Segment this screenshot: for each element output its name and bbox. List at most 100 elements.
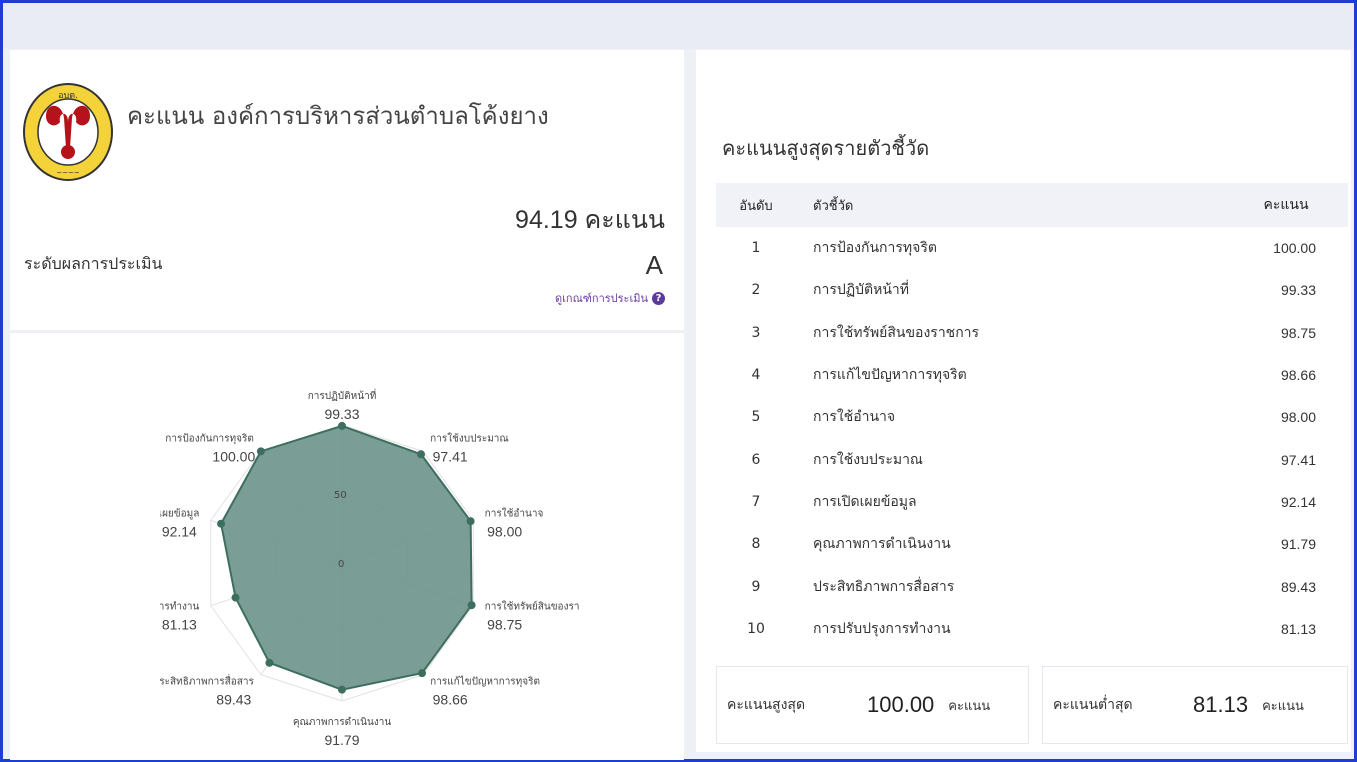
- radar-value-label: 98.75: [487, 616, 522, 632]
- question-icon[interactable]: ?: [652, 291, 665, 305]
- radar-value-label: 91.79: [324, 732, 359, 745]
- row-rank: 1: [751, 240, 761, 257]
- table-body: 1 การป้องกันการทุจริต 100.00 2 การปฏิบัติหน้…: [716, 227, 1348, 650]
- criteria-link-label[interactable]: ดูเกณฑ์การประเมิน: [555, 289, 648, 307]
- row-score: 97.41: [1280, 451, 1316, 468]
- row-indicator: การเปิดเผยข้อมูล: [813, 493, 917, 510]
- radar-point[interactable]: [265, 658, 274, 667]
- ranking-title: คะแนนสูงสุดรายตัวชี้วัด: [722, 136, 930, 160]
- radar-point[interactable]: [467, 601, 476, 610]
- row-score: 91.79: [1280, 536, 1316, 553]
- radar-point[interactable]: [418, 669, 427, 678]
- radar-value-label: 81.13: [162, 616, 197, 632]
- max-score-unit: คะแนน: [948, 698, 991, 714]
- top-bar: [3, 3, 1354, 49]
- radar-value-label: 97.41: [433, 449, 468, 465]
- row-score: 92.14: [1280, 493, 1316, 510]
- min-score-value: 81.13: [1193, 692, 1249, 717]
- table-row: 2 การปฏิบัติหน้าที่ 99.33: [716, 269, 1348, 311]
- radar-point[interactable]: [231, 593, 240, 602]
- row-rank: 8: [751, 536, 761, 553]
- table-row: 4 การแก้ไขปัญหาการทุจริต 98.66: [716, 354, 1348, 396]
- radar-tick-label: 50: [334, 490, 347, 501]
- grade-badge: A: [645, 250, 663, 280]
- radar-point[interactable]: [417, 450, 426, 459]
- radar-value-label: 99.33: [324, 406, 359, 422]
- radar-axis-label: ประสิทธิภาพการสื่อสาร: [160, 673, 254, 687]
- radar-axis-label: คุณภาพการดำเนินงาน: [293, 717, 392, 728]
- page-title: คะแนน องค์การบริหารส่วนตำบลโค้งยาง: [127, 102, 549, 130]
- row-score: 98.75: [1280, 324, 1316, 341]
- radar-value-label: 89.43: [216, 691, 251, 707]
- max-score-box: คะแนนสูงสุด 100.00 คะแนน: [716, 666, 1029, 744]
- radar-point[interactable]: [338, 421, 346, 430]
- row-rank: 3: [751, 324, 761, 341]
- table-row: 9 ประสิทธิภาพการสื่อสาร 89.43: [716, 565, 1348, 607]
- radar-value-label: 98.00: [487, 524, 522, 540]
- row-indicator: การปรับปรุงการทำงาน: [813, 620, 951, 637]
- radar-axis-label: การใช้งบประมาณ: [430, 433, 509, 445]
- table-row: 1 การป้องกันการทุจริต 100.00: [716, 227, 1348, 269]
- column-header-score: คะแนน: [1263, 196, 1309, 212]
- row-score: 98.00: [1280, 409, 1316, 426]
- row-score: 98.66: [1280, 367, 1316, 384]
- ranking-table: อันดับ ตัวชี้วัด คะแนน 1 การป้องกันการทุจ…: [716, 183, 1348, 650]
- row-rank: 2: [751, 282, 761, 299]
- radar-area: [220, 424, 473, 691]
- row-rank: 9: [751, 578, 761, 595]
- radar-point[interactable]: [217, 519, 226, 528]
- row-rank: 10: [747, 620, 765, 637]
- table-row: 10 การปรับปรุงการทำงาน 81.13: [716, 608, 1348, 650]
- criteria-link[interactable]: ดูเกณฑ์การประเมิน ?: [555, 289, 665, 307]
- row-rank: 4: [751, 367, 761, 384]
- radar-axis-label: การปฏิบัติหน้าที่: [308, 388, 377, 402]
- radar-axis-label: การแก้ไขปัญหาการทุจริต: [430, 675, 540, 687]
- level-label: ระดับผลการประเมิน: [24, 254, 163, 273]
- svg-text:~~~~: ~~~~: [56, 169, 80, 177]
- table-row: 5 การใช้อำนาจ 98.00: [716, 396, 1348, 438]
- radar-point[interactable]: [338, 685, 346, 694]
- row-indicator: ประสิทธิภาพการสื่อสาร: [813, 578, 955, 595]
- svg-text:อบต.: อบต.: [58, 91, 78, 101]
- row-indicator: การใช้ทรัพย์สินของราชการ: [813, 324, 980, 341]
- row-score: 89.43: [1280, 578, 1316, 595]
- table-row: 6 การใช้งบประมาณ 97.41: [716, 438, 1348, 480]
- row-indicator: การใช้งบประมาณ: [813, 451, 923, 468]
- table-header: อันดับ ตัวชี้วัด คะแนน: [716, 183, 1348, 227]
- row-rank: 6: [751, 451, 761, 468]
- row-rank: 5: [751, 409, 761, 426]
- row-indicator: การป้องกันการทุจริต: [813, 240, 937, 257]
- radar-point[interactable]: [466, 517, 475, 526]
- row-indicator: การปฏิบัติหน้าที่: [813, 282, 910, 299]
- table-row: 3 การใช้ทรัพย์สินของราชการ 98.75: [716, 312, 1348, 354]
- min-score-unit: คะแนน: [1262, 698, 1304, 714]
- radar-axis-label: การเปิดเผยข้อมูล: [160, 508, 199, 520]
- radar-axis-label: การป้องกันการทุจริต: [165, 433, 254, 445]
- row-indicator: การใช้อำนาจ: [813, 409, 896, 426]
- row-score: 99.33: [1280, 282, 1316, 299]
- organization-logo: อบต. ~~~~: [23, 83, 113, 181]
- radar-chart: 0 50 การปฏิบัติหน้าที่ 99.33 การใช้งบประมาณ 9…: [160, 388, 580, 745]
- column-header-rank: อันดับ: [739, 198, 773, 214]
- column-header-indicator: ตัวชี้วัด: [813, 198, 854, 214]
- row-indicator: คุณภาพการดำเนินงาน: [813, 536, 951, 553]
- radar-value-label: 98.66: [433, 691, 468, 707]
- radar-axis-label: การใช้ทรัพย์สินของราชการ: [485, 600, 580, 612]
- table-row: 7 การเปิดเผยข้อมูล 92.14: [716, 481, 1348, 523]
- max-score-value: 100.00: [867, 692, 935, 717]
- row-rank: 7: [751, 493, 761, 510]
- table-row: 8 คุณภาพการดำเนินงาน 91.79: [716, 523, 1348, 565]
- radar-axis-label: การใช้อำนาจ: [485, 508, 544, 520]
- radar-tick-label: 0: [338, 559, 344, 570]
- radar-point[interactable]: [256, 447, 265, 456]
- radar-value-label: 100.00: [212, 449, 255, 465]
- row-score: 81.13: [1280, 620, 1316, 637]
- max-score-label: คะแนนสูงสุด: [727, 697, 806, 713]
- radar-axis-label: การปรับปรุงการทำงาน: [160, 601, 199, 612]
- radar-value-label: 92.14: [162, 524, 197, 540]
- row-indicator: การแก้ไขปัญหาการทุจริต: [813, 367, 967, 384]
- total-score: 94.19 คะแนน: [515, 206, 665, 234]
- row-score: 100.00: [1273, 240, 1316, 257]
- min-score-label: คะแนนต่ำสุด: [1053, 697, 1133, 713]
- min-score-box: คะแนนต่ำสุด 81.13 คะแนน: [1042, 666, 1348, 744]
